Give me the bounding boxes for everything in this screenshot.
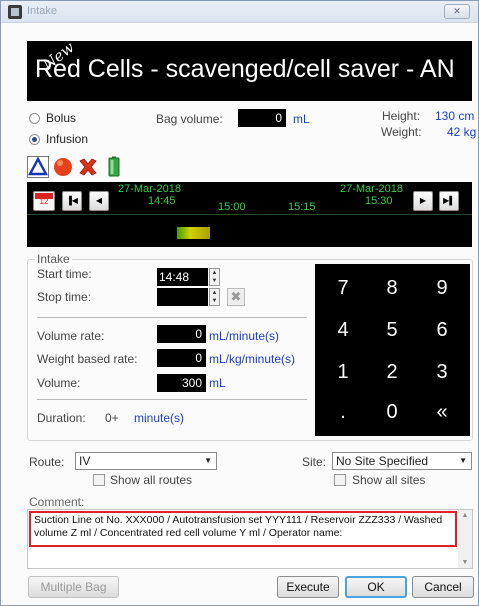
route-value: IV bbox=[79, 454, 91, 468]
volume-rate-label: Volume rate: bbox=[37, 329, 105, 343]
timeline-left-date: 27-Mar-2018 bbox=[118, 183, 181, 195]
weight-label: Weight: bbox=[381, 125, 422, 139]
weight-value: 42 kg bbox=[447, 125, 477, 139]
duration-label: Duration: bbox=[37, 411, 86, 425]
clear-stop-time-icon[interactable]: ✖ bbox=[227, 288, 245, 306]
infusion-radio[interactable] bbox=[29, 134, 40, 145]
key-2[interactable]: 2 bbox=[367, 352, 417, 392]
height-value: 130 cm bbox=[435, 109, 475, 123]
key-backspace[interactable]: « bbox=[417, 392, 467, 432]
delete-icon[interactable] bbox=[77, 156, 99, 178]
site-value: No Site Specified bbox=[336, 454, 429, 468]
comment-text[interactable]: Suction Line ot No. XXX000 / Autotransfu… bbox=[29, 511, 457, 547]
route-select[interactable]: IV ▼ bbox=[75, 452, 217, 470]
triangle-icon[interactable] bbox=[27, 156, 49, 178]
chevron-down-icon: ▼ bbox=[204, 456, 212, 465]
intake-group-label: Intake bbox=[35, 252, 72, 266]
scroll-down-icon[interactable]: ▼ bbox=[458, 559, 472, 566]
calendar-icon[interactable]: 12 bbox=[33, 191, 55, 211]
key-7[interactable]: 7 bbox=[318, 268, 368, 308]
duration-value: 0+ bbox=[105, 411, 119, 425]
next-icon[interactable]: ▶ bbox=[413, 191, 433, 211]
weight-rate-unit: mL/kg/minute(s) bbox=[209, 352, 296, 366]
timeline[interactable]: 12 ▐◀ ◀ 27-Mar-2018 14:45 15:00 15:15 27… bbox=[27, 182, 472, 247]
window-title: Intake bbox=[27, 5, 57, 17]
infusion-label: Infusion bbox=[46, 132, 89, 146]
key-4[interactable]: 4 bbox=[318, 310, 368, 350]
show-all-routes-checkbox[interactable] bbox=[93, 474, 105, 486]
stop-time-spinner[interactable]: ▲ ▼ bbox=[209, 288, 220, 306]
show-all-sites-label: Show all sites bbox=[352, 473, 426, 487]
cancel-button[interactable]: Cancel bbox=[412, 576, 474, 598]
comment-label: Comment: bbox=[29, 495, 85, 509]
start-time-spinner[interactable]: ▲ ▼ bbox=[209, 268, 220, 286]
last-page-icon[interactable]: ▶▌ bbox=[439, 191, 459, 211]
show-all-sites-checkbox[interactable] bbox=[334, 474, 346, 486]
scroll-up-icon[interactable]: ▲ bbox=[458, 510, 472, 519]
separator bbox=[37, 317, 307, 318]
multiple-bag-button[interactable]: Multiple Bag bbox=[28, 576, 119, 598]
weight-rate-label: Weight based rate: bbox=[37, 352, 138, 366]
chevron-down-icon: ▼ bbox=[459, 456, 467, 465]
separator bbox=[37, 399, 307, 400]
comment-field[interactable]: Suction Line ot No. XXX000 / Autotransfu… bbox=[27, 509, 473, 569]
stop-time-input[interactable] bbox=[157, 288, 208, 306]
timeline-tick: 15:15 bbox=[288, 201, 316, 213]
bolus-radio[interactable] bbox=[29, 113, 40, 124]
key-6[interactable]: 6 bbox=[417, 310, 467, 350]
record-icon[interactable] bbox=[52, 156, 74, 178]
ok-button[interactable]: OK bbox=[345, 576, 407, 598]
drug-title: Red Cells - scavenged/cell saver - AN bbox=[35, 55, 455, 83]
numeric-keypad: 7 8 9 4 5 6 1 2 3 . 0 « bbox=[315, 264, 470, 436]
battery-icon[interactable] bbox=[103, 156, 125, 178]
first-page-icon[interactable]: ▐◀ bbox=[62, 191, 82, 211]
previous-icon[interactable]: ◀ bbox=[89, 191, 109, 211]
title-bar: Intake ✕ bbox=[1, 1, 478, 23]
key-5[interactable]: 5 bbox=[367, 310, 417, 350]
site-select[interactable]: No Site Specified ▼ bbox=[332, 452, 472, 470]
height-label: Height: bbox=[382, 109, 421, 123]
volume-rate-input[interactable]: 0 bbox=[157, 325, 206, 343]
key-9[interactable]: 9 bbox=[417, 268, 467, 308]
intake-window: Intake ✕ Red Cells - scavenged/cell save… bbox=[0, 0, 479, 606]
timeline-tick: 15:00 bbox=[218, 201, 246, 213]
timeline-right-date: 27-Mar-2018 bbox=[340, 183, 403, 195]
bag-volume-unit: mL bbox=[293, 112, 310, 126]
bag-volume-label: Bag volume: bbox=[156, 112, 223, 126]
drug-banner: Red Cells - scavenged/cell saver - AN Ne… bbox=[27, 41, 472, 101]
bolus-label: Bolus bbox=[46, 111, 77, 125]
weight-rate-input[interactable]: 0 bbox=[157, 349, 206, 367]
timeline-left-time: 14:45 bbox=[148, 195, 176, 207]
start-time-input[interactable]: 14:48 bbox=[157, 268, 208, 286]
duration-unit: minute(s) bbox=[134, 411, 185, 425]
volume-rate-unit: mL/minute(s) bbox=[209, 329, 280, 343]
bag-volume-input[interactable]: 0 bbox=[238, 109, 286, 127]
volume-input[interactable]: 300 bbox=[157, 374, 206, 392]
infusion-bar bbox=[177, 227, 210, 239]
volume-label: Volume: bbox=[37, 376, 81, 390]
start-time-label: Start time: bbox=[37, 267, 92, 281]
route-label: Route: bbox=[29, 455, 65, 469]
app-icon bbox=[8, 5, 22, 19]
site-label: Site: bbox=[302, 455, 327, 469]
key-8[interactable]: 8 bbox=[367, 268, 417, 308]
close-button[interactable]: ✕ bbox=[444, 4, 470, 19]
show-all-routes-label: Show all routes bbox=[110, 473, 193, 487]
volume-unit: mL bbox=[209, 376, 226, 390]
key-0[interactable]: 0 bbox=[367, 392, 417, 432]
key-3[interactable]: 3 bbox=[417, 352, 467, 392]
key-decimal[interactable]: . bbox=[318, 392, 368, 432]
timeline-axis bbox=[27, 214, 472, 215]
timeline-right-time: 15:30 bbox=[365, 195, 393, 207]
stop-time-label: Stop time: bbox=[37, 290, 92, 304]
key-1[interactable]: 1 bbox=[318, 352, 368, 392]
comment-scrollbar[interactable]: ▲ ▼ bbox=[458, 510, 472, 568]
execute-button[interactable]: Execute bbox=[277, 576, 339, 598]
